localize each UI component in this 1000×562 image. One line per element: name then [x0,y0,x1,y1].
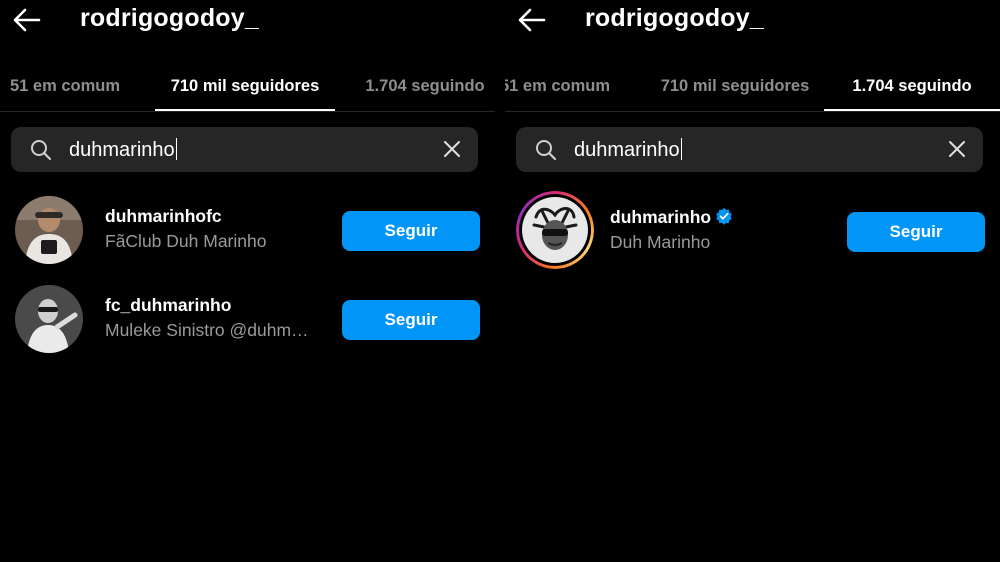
tab-label: 710 mil seguidores [660,76,810,95]
follow-tabs: 51 em comum 710 mil seguidores 1.704 seg… [0,62,495,112]
back-arrow-icon[interactable] [516,5,548,35]
tab-label: 1.704 seguindo [852,76,972,95]
clear-icon[interactable] [442,139,462,159]
tabs-divider [505,111,1000,112]
follow-button[interactable]: Seguir [342,300,480,340]
search-query-text: duhmarinho [574,139,680,161]
follow-tabs: 51 em comum 710 mil seguidores 1.704 seg… [505,62,1000,112]
list-item[interactable]: duhmarinhofc FãClub Duh Marinho Seguir [15,196,480,268]
tab-label: 51 em comum [505,76,611,95]
tab-following[interactable]: 1.704 seguindo [355,62,495,110]
result-username-row[interactable]: duhmarinho [610,207,733,228]
follow-button[interactable]: Seguir [847,212,985,252]
result-full-name: FãClub Duh Marinho [105,231,267,251]
avatar-story-ring[interactable] [516,191,594,269]
tab-label: 1.704 seguindo [365,76,485,95]
profile-username-title: rodrigogodoy_ [585,4,764,32]
result-full-name: Duh Marinho [610,232,711,252]
tab-followers[interactable]: 710 mil seguidores [645,62,825,110]
verified-badge-icon [716,207,732,225]
result-username[interactable]: duhmarinhofc [105,206,222,227]
result-full-name: Muleke Sinistro @duhm… [105,320,309,340]
result-username: duhmarinho [610,207,712,227]
text-caret [680,138,683,160]
tab-label: 51 em comum [9,76,121,95]
search-query-text: duhmarinho [69,139,175,161]
top-bar: rodrigogodoy_ [505,0,1000,46]
list-item[interactable]: fc_duhmarinho Muleke Sinistro @duhm… Seg… [15,285,480,357]
clear-icon[interactable] [947,139,967,159]
avatar [522,197,588,263]
left-panel: rodrigogodoy_ 51 em comum 710 mil seguid… [0,0,495,562]
search-icon [536,140,557,161]
avatar[interactable] [15,196,83,264]
search-input-value[interactable]: duhmarinho [574,138,683,162]
profile-username-title: rodrigogodoy_ [80,4,259,32]
follow-button[interactable]: Seguir [342,211,480,251]
search-input[interactable]: duhmarinho [11,127,478,172]
list-item[interactable]: duhmarinho Duh Marinho Seguir [516,191,985,271]
result-username[interactable]: fc_duhmarinho [105,295,231,316]
text-caret [175,138,178,160]
back-arrow-icon[interactable] [11,5,43,35]
tab-label: 710 mil seguidores [170,76,320,95]
avatar[interactable] [15,285,83,353]
top-bar: rodrigogodoy_ [0,0,495,46]
tabs-divider [0,111,495,112]
search-input-value[interactable]: duhmarinho [69,138,178,162]
tab-followers[interactable]: 710 mil seguidores [155,62,335,111]
tab-mutual[interactable]: 51 em comum [505,62,615,110]
tab-mutual[interactable]: 51 em comum [0,62,130,110]
tab-following[interactable]: 1.704 seguindo [824,62,1000,111]
search-input[interactable]: duhmarinho [516,127,983,172]
search-icon [31,140,52,161]
right-panel: rodrigogodoy_ 51 em comum 710 mil seguid… [505,0,1000,562]
